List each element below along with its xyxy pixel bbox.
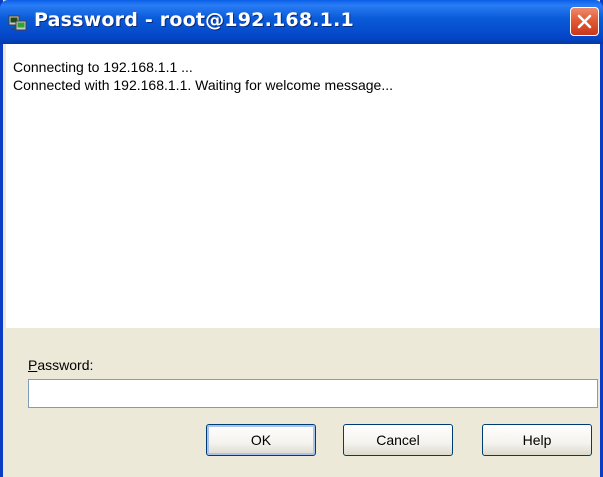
title-bar[interactable]: Password - root@192.168.1.1	[0, 0, 603, 44]
close-icon	[577, 14, 592, 29]
password-prompt-area: Password: OK Cancel Help	[6, 340, 600, 477]
window-title: Password - root@192.168.1.1	[34, 9, 354, 31]
password-dialog: Password - root@192.168.1.1 Connecting t…	[0, 0, 603, 477]
log-line: Connecting to 192.168.1.1 ...	[13, 59, 193, 75]
close-button[interactable]	[570, 7, 599, 36]
ok-button[interactable]: OK	[206, 424, 316, 456]
help-button[interactable]: Help	[482, 424, 592, 456]
session-log: Connecting to 192.168.1.1 ... Connected …	[6, 44, 600, 328]
password-label: Password:	[28, 357, 93, 373]
log-line: Connected with 192.168.1.1. Waiting for …	[13, 77, 394, 93]
password-input[interactable]	[28, 379, 598, 408]
cancel-button[interactable]: Cancel	[343, 424, 453, 456]
password-label-mnemonic: P	[28, 357, 38, 373]
password-label-text: assword:	[37, 357, 94, 373]
putty-app-icon	[8, 12, 28, 32]
